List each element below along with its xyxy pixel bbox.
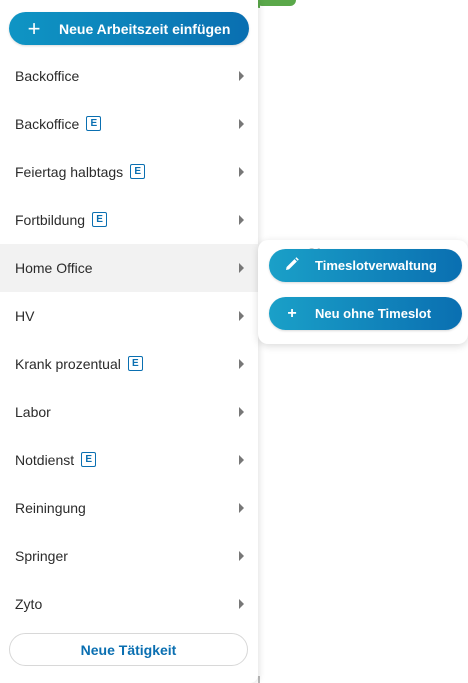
menu-item-label: Labor	[15, 404, 51, 420]
menu-item-label: Backoffice	[15, 116, 80, 132]
chevron-right-icon	[239, 215, 244, 225]
menu-item-label: Reiningung	[15, 500, 86, 516]
add-working-time-label: Neue Arbeitszeit einfügen	[59, 20, 231, 37]
chevron-right-icon	[239, 455, 244, 465]
chevron-right-icon	[239, 119, 244, 129]
timeslot-management-label: Timeslotverwaltung	[315, 258, 437, 273]
context-menu: + Neue Arbeitszeit einfügen Backoffice B…	[0, 0, 258, 683]
menu-item-backoffice[interactable]: Backoffice	[0, 52, 258, 100]
menu-item-krank-prozentual[interactable]: Krank prozentual E	[0, 340, 258, 388]
pencil-icon	[269, 256, 315, 275]
timeslot-management-button[interactable]: Timeslotverwaltung	[269, 249, 462, 282]
menu-item-reiningung[interactable]: Reiningung	[0, 484, 258, 532]
plus-icon: +	[27, 15, 41, 41]
background-divider	[258, 676, 260, 683]
menu-item-backoffice-e[interactable]: Backoffice E	[0, 100, 258, 148]
chevron-right-icon	[239, 311, 244, 321]
chevron-right-icon	[239, 551, 244, 561]
e-badge-icon: E	[81, 451, 97, 467]
menu-item-label: Krank prozentual	[15, 356, 121, 372]
e-badge-icon: E	[127, 355, 143, 371]
menu-item-label: Backoffice	[15, 68, 80, 84]
new-activity-button[interactable]: Neue Tätigkeit	[9, 633, 248, 666]
new-without-timeslot-label: Neu ohne Timeslot	[315, 306, 432, 321]
e-badge-icon: E	[92, 211, 108, 227]
menu-item-labor[interactable]: Labor	[0, 388, 258, 436]
chevron-right-icon	[239, 263, 244, 273]
menu-item-label: Notdienst	[15, 452, 75, 468]
menu-item-label: Fortbildung	[15, 212, 86, 228]
chevron-right-icon	[239, 599, 244, 609]
chevron-right-icon	[239, 167, 244, 177]
chevron-right-icon	[239, 359, 244, 369]
menu-item-label: Springer	[15, 548, 68, 564]
chevron-right-icon	[239, 71, 244, 81]
menu-item-hv[interactable]: HV	[0, 292, 258, 340]
activity-list: Backoffice Backoffice E Feiertag halbtag…	[0, 52, 258, 628]
menu-item-label: Feiertag halbtags	[15, 164, 124, 180]
chevron-right-icon	[239, 503, 244, 513]
menu-item-fortbildung[interactable]: Fortbildung E	[0, 196, 258, 244]
menu-item-feiertag-halbtags[interactable]: Feiertag halbtags E	[0, 148, 258, 196]
home-office-submenu: 21 Timeslotverwaltung + Neu ohne Timeslo…	[258, 240, 468, 344]
e-badge-icon: E	[86, 115, 102, 131]
menu-item-springer[interactable]: Springer	[0, 532, 258, 580]
menu-item-notdienst[interactable]: Notdienst E	[0, 436, 258, 484]
background-green-tab	[256, 0, 296, 6]
menu-item-zyto[interactable]: Zyto	[0, 580, 258, 628]
menu-item-label: Home Office	[15, 260, 93, 276]
menu-item-label: Zyto	[15, 596, 43, 612]
new-without-timeslot-button[interactable]: + Neu ohne Timeslot	[269, 297, 462, 330]
menu-item-label: HV	[15, 308, 35, 324]
menu-item-home-office[interactable]: Home Office	[0, 244, 258, 292]
plus-icon: +	[287, 304, 297, 322]
chevron-right-icon	[239, 407, 244, 417]
e-badge-icon: E	[130, 163, 146, 179]
add-working-time-button[interactable]: + Neue Arbeitszeit einfügen	[9, 12, 249, 45]
